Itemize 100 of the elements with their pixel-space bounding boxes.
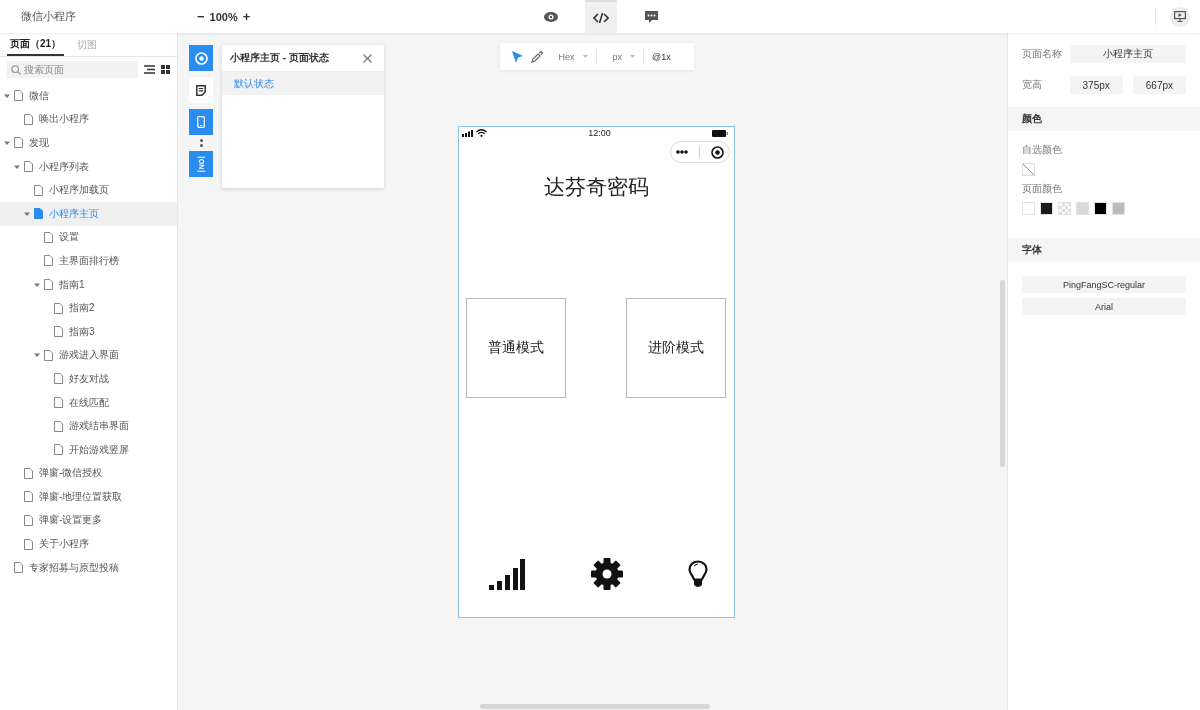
- page-tree-item[interactable]: 在线匹配: [0, 390, 177, 415]
- notes-icon: [196, 84, 206, 96]
- signal-bars-icon[interactable]: [489, 558, 525, 590]
- page-icon: [34, 184, 43, 196]
- page-tree-item[interactable]: 游戏结串界面: [0, 414, 177, 438]
- page-tree-item[interactable]: 主界面排行榜: [0, 249, 177, 273]
- page-icon: [54, 420, 63, 432]
- dropdown-caret-icon: [582, 55, 588, 58]
- notes-tool-button[interactable]: [189, 77, 213, 103]
- color-swatch[interactable]: [1112, 202, 1125, 215]
- color-swatch[interactable]: [1040, 202, 1053, 215]
- page-tree-item[interactable]: 专家招募与原型投稿: [0, 555, 177, 580]
- color-swatch[interactable]: [1094, 202, 1107, 215]
- font-item[interactable]: Arial: [1022, 298, 1186, 315]
- field-label: 宽高: [1022, 78, 1043, 92]
- page-icon: [24, 113, 33, 125]
- page-tree-item[interactable]: 小程序列表: [0, 154, 177, 179]
- scale-dropdown[interactable]: @1x: [652, 51, 671, 62]
- wifi-icon: [476, 129, 487, 137]
- page-icon: [54, 397, 63, 408]
- dropdown-caret-icon: [630, 55, 636, 58]
- pointer-icon[interactable]: [511, 50, 523, 63]
- page-tree-item[interactable]: 指南1: [0, 272, 177, 297]
- field-label: 页面颜色: [1022, 182, 1063, 196]
- mode-button[interactable]: 进阶模式: [626, 298, 726, 398]
- sidebar-tab[interactable]: 页面（21）: [7, 34, 65, 56]
- page-icon: [14, 137, 23, 149]
- page-icon: [24, 538, 33, 550]
- phone-tool-button[interactable]: [189, 109, 213, 135]
- page-icon: [54, 444, 63, 456]
- page-icon: [24, 491, 33, 503]
- page-tree-item[interactable]: 指南2: [0, 296, 177, 320]
- page-icon: [24, 467, 33, 479]
- caret-icon[interactable]: [14, 163, 20, 170]
- eyedropper-icon[interactable]: [530, 50, 543, 63]
- page-icon: [54, 373, 63, 385]
- section-header: 颜色: [1008, 107, 1200, 131]
- page-tree-item[interactable]: 开始游戏竖屏: [0, 437, 177, 462]
- height-field[interactable]: 667px: [1132, 76, 1186, 94]
- page-tree-item[interactable]: 指南3: [0, 319, 177, 344]
- page-icon: [24, 161, 33, 173]
- page-tree-item[interactable]: 好友对战: [0, 367, 177, 391]
- page-icon: [24, 515, 33, 526]
- search-field[interactable]: 搜索页面: [7, 61, 138, 78]
- page-icon: [54, 302, 63, 314]
- caret-icon[interactable]: [4, 92, 10, 99]
- page-tree-item[interactable]: 弹窗-地理位置获取: [0, 485, 177, 509]
- target-tool-button[interactable]: [189, 45, 213, 71]
- battery-icon: [712, 129, 728, 137]
- page-tree-item[interactable]: 小程序加载页: [0, 178, 177, 202]
- zoom-in-button[interactable]: +: [242, 9, 251, 24]
- width-field[interactable]: 375px: [1069, 76, 1123, 94]
- panel-title: 小程序主页 - 页面状态: [230, 51, 329, 65]
- caret-icon[interactable]: [34, 281, 40, 288]
- page-tree-item[interactable]: 设置: [0, 225, 177, 250]
- transparent-swatch[interactable]: [1058, 202, 1071, 215]
- page-tree-item[interactable]: 微信: [0, 84, 177, 108]
- more-icon: [199, 139, 203, 147]
- page-tree-item[interactable]: 唤出小程序: [0, 107, 177, 132]
- page-icon: [14, 90, 23, 102]
- comment-icon: [644, 10, 658, 23]
- field-label: 自选颜色: [1022, 143, 1063, 157]
- lightbulb-icon[interactable]: [688, 559, 708, 589]
- page-icon: [34, 208, 43, 220]
- list-view-icon[interactable]: [144, 65, 155, 74]
- search-icon: [11, 65, 21, 75]
- vertical-scrollbar[interactable]: [1000, 280, 1005, 467]
- caret-icon[interactable]: [4, 140, 10, 146]
- caret-icon[interactable]: [24, 210, 30, 217]
- page-tree-item[interactable]: 游戏进入界面: [0, 343, 177, 368]
- capsule-menu[interactable]: [670, 141, 730, 163]
- code-icon: [593, 11, 610, 24]
- color-swatch[interactable]: [1022, 202, 1035, 215]
- code-tab[interactable]: [585, 0, 618, 33]
- page-tree-item[interactable]: 发现: [0, 131, 177, 155]
- page-tree-item[interactable]: 关于小程序: [0, 532, 177, 556]
- page-tree-item[interactable]: 弹窗-设置更多: [0, 508, 177, 533]
- page-tree-item[interactable]: 弹窗-微信授权: [0, 461, 177, 486]
- target-icon: [194, 51, 208, 65]
- mode-button[interactable]: 普通模式: [466, 298, 566, 398]
- zoom-out-button[interactable]: −: [197, 9, 205, 24]
- grid-view-icon[interactable]: [161, 65, 170, 74]
- color-swatch[interactable]: [1076, 202, 1089, 215]
- no-color-swatch[interactable]: [1022, 163, 1035, 176]
- caret-icon[interactable]: [34, 352, 40, 359]
- font-item[interactable]: PingFangSC-regular: [1022, 276, 1186, 293]
- close-icon[interactable]: [363, 53, 372, 63]
- page-name-field[interactable]: 小程序主页: [1070, 45, 1186, 63]
- horizontal-scrollbar[interactable]: [480, 704, 710, 709]
- page-icon: [44, 279, 53, 291]
- screen-title: 达芬奇密码: [543, 174, 650, 200]
- more-icon[interactable]: [676, 150, 689, 154]
- unit-dropdown[interactable]: px: [612, 51, 623, 62]
- status-time: 12:00: [587, 128, 612, 138]
- eye-icon: [544, 11, 559, 22]
- presentation-button[interactable]: [1170, 6, 1190, 27]
- color-format-dropdown[interactable]: Hex: [558, 51, 575, 62]
- signal-icon: [462, 129, 473, 137]
- target-icon[interactable]: [710, 145, 724, 159]
- monitor-icon: [1174, 11, 1186, 22]
